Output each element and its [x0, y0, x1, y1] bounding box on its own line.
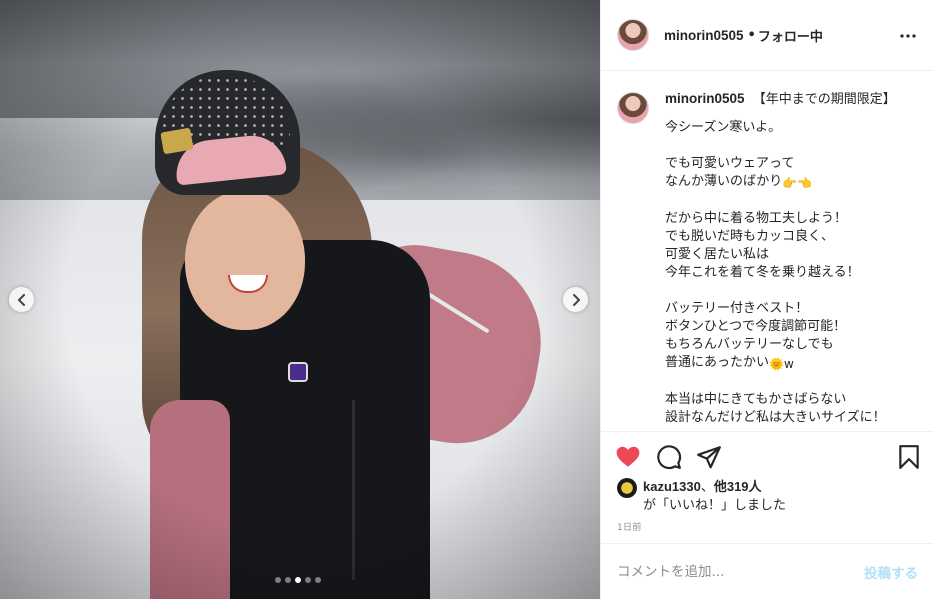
first-liker-link[interactable]: kazu1330	[643, 479, 701, 494]
caption-line: だから中に着る物工夫しよう！	[665, 211, 848, 226]
caption-line: もちろんバッテリーなしでも	[665, 337, 834, 352]
likes-suffix: が「いいね！」しました	[643, 498, 787, 513]
heart-filled-icon	[616, 446, 640, 467]
caption-line: 本当は中にきてもかさばらない	[665, 392, 847, 407]
caption-text: 普通にあったかい	[665, 355, 770, 370]
post-header: minorin0505 • フォロー中	[601, 0, 933, 71]
carousel-dot	[285, 577, 291, 583]
post-viewer: minorin0505 • フォロー中 minorin0505 【年中までの期間…	[0, 0, 933, 599]
caption-username[interactable]: minorin0505	[665, 91, 745, 106]
caption-line	[665, 137, 915, 155]
caption-line: minorin0505 【年中までの期間限定】	[665, 90, 915, 109]
sun-emoji: 🌞w	[769, 357, 794, 371]
comment-box: 投稿する	[601, 543, 933, 599]
likes-text: kazu1330、他319人 が「いいね！」しました	[643, 478, 786, 515]
caption-line: 普通にあったかい🌞w	[665, 354, 915, 373]
carousel-dot	[315, 577, 321, 583]
comment-icon	[657, 445, 682, 470]
save-button[interactable]	[896, 444, 922, 470]
chevron-left-icon	[17, 293, 25, 306]
post-actions	[601, 431, 933, 479]
likes-summary: kazu1330、他319人 が「いいね！」しました	[617, 478, 786, 515]
caption-line	[665, 192, 915, 210]
other-likers-link[interactable]: 他319人	[714, 479, 762, 494]
paper-plane-icon	[697, 446, 721, 469]
caption-line: ボタンひとつで今度調節可能！	[665, 319, 847, 334]
carousel-prev-button[interactable]	[9, 287, 34, 312]
bookmark-icon	[899, 445, 919, 469]
pointing-hands-emoji: 👉👈	[782, 176, 813, 190]
likes-joiner: 、	[700, 480, 714, 495]
carousel-dot-active	[295, 577, 301, 583]
share-button[interactable]	[696, 444, 722, 470]
follow-status-button[interactable]: フォロー中	[758, 26, 823, 45]
caption-line: 今年これを着て冬を乗り越える！	[665, 265, 860, 280]
caption-line: なんか薄いのばかり👉👈	[665, 173, 915, 192]
caption-line	[665, 373, 915, 391]
liker-avatar[interactable]	[617, 478, 637, 498]
like-button[interactable]	[615, 444, 641, 470]
post-comment-button[interactable]: 投稿する	[864, 562, 918, 582]
caption-line	[665, 282, 915, 300]
caption-line: でも可愛いウェアって	[665, 156, 795, 171]
caption-line: 設計なんだけど私は大きいサイズに！	[665, 410, 886, 425]
caption-line: バッテリー付きベスト！	[665, 301, 809, 316]
caption-avatar[interactable]	[617, 92, 649, 124]
caption-line: 今シーズン寒いよ。	[665, 120, 782, 135]
caption-line: 可愛く居たい私は	[665, 247, 770, 262]
post-side-panel: minorin0505 • フォロー中 minorin0505 【年中までの期間…	[600, 0, 933, 599]
header-username[interactable]: minorin0505	[664, 28, 744, 43]
caption-line: でも脱いだ時もカッコ良く、	[665, 229, 835, 244]
photo-vignette	[0, 0, 600, 599]
carousel-next-button[interactable]	[563, 287, 588, 312]
post-photo[interactable]	[0, 0, 600, 599]
comment-button[interactable]	[656, 444, 682, 470]
caption-text: 【年中までの期間限定】	[752, 92, 896, 107]
caption-text: なんか薄いのばかり	[665, 174, 783, 189]
chevron-right-icon	[572, 293, 580, 306]
post-timestamp[interactable]: 1日前	[617, 520, 642, 533]
carousel-dot	[275, 577, 281, 583]
post-caption: minorin0505 【年中までの期間限定】 今シーズン寒いよ。 でも可愛いウ…	[601, 72, 933, 430]
caption-body: minorin0505 【年中までの期間限定】 今シーズン寒いよ。 でも可愛いウ…	[665, 90, 915, 427]
comment-input[interactable]	[617, 563, 864, 580]
more-horizontal-icon	[900, 34, 916, 38]
avatar[interactable]	[617, 19, 649, 51]
header-separator: •	[747, 27, 756, 43]
more-options-button[interactable]	[898, 26, 918, 46]
carousel-indicator	[275, 577, 321, 583]
caption-row: minorin0505 【年中までの期間限定】 今シーズン寒いよ。 でも可愛いウ…	[617, 90, 918, 427]
carousel-dot	[305, 577, 311, 583]
